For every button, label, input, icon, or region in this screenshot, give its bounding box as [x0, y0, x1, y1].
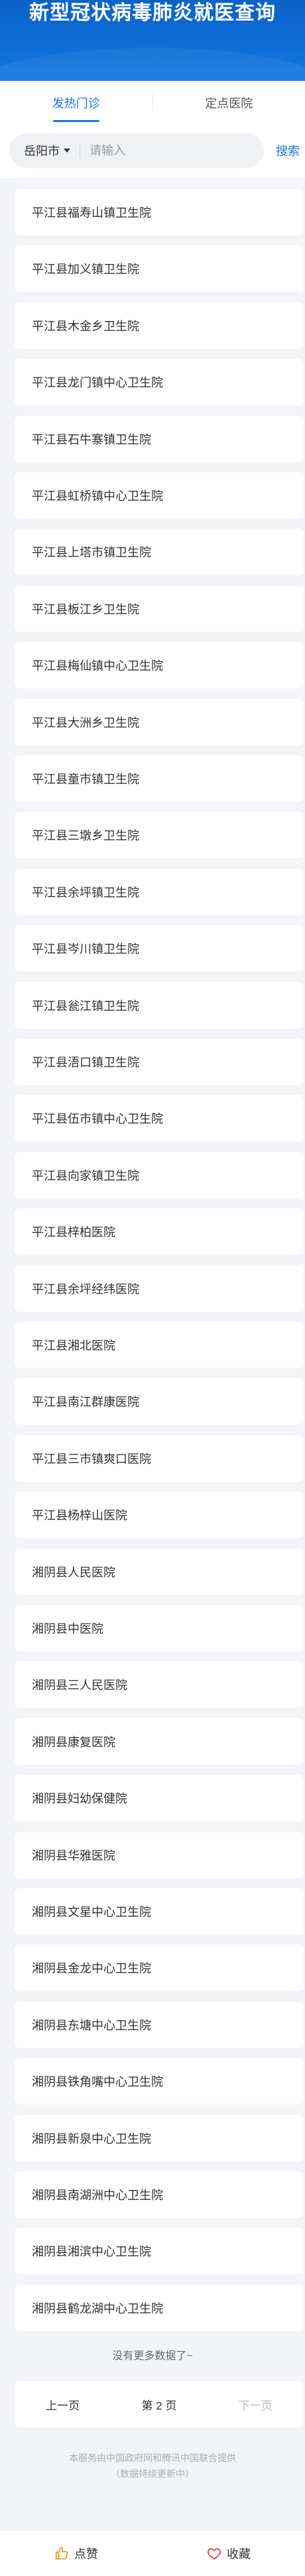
search-bar: 岳阳市 搜索	[0, 125, 305, 178]
hospital-list-item[interactable]: 平江县童市镇卫生院	[15, 755, 304, 802]
city-selector[interactable]: 岳阳市	[9, 142, 70, 159]
source-update-note: （数据持续更新中）	[111, 2469, 194, 2479]
hospital-list-item[interactable]: 平江县浯口镇卫生院	[15, 1039, 304, 1085]
footer-bar: 点赞 收藏	[0, 2530, 305, 2576]
favorite-label: 收藏	[227, 2547, 251, 2561]
favorite-button[interactable]: 收藏	[152, 2545, 305, 2562]
hospital-list-item[interactable]: 平江县梅仙镇中心卫生院	[15, 642, 304, 688]
search-input[interactable]	[90, 143, 235, 158]
list-end-text: 没有更多数据了~	[112, 2351, 193, 2362]
like-button[interactable]: 点赞	[0, 2545, 152, 2562]
source-note: 本服务由中国政府网和腾讯中国联合提供 （数据持续更新中）	[0, 2450, 305, 2482]
hospital-list-item[interactable]: 平江县伍市镇中心卫生院	[15, 1095, 304, 1141]
hospital-list-item[interactable]: 湘阴县鹤龙湖中心卫生院	[15, 2285, 304, 2331]
hospital-list-item[interactable]: 湘阴县华雅医院	[15, 1832, 304, 1878]
hospital-list-item[interactable]: 平江县向家镇卫生院	[15, 1152, 304, 1198]
hospital-list-item[interactable]: 湘阴县湘滨中心卫生院	[15, 2228, 304, 2274]
page-header: 新型冠状病毒肺炎就医查询	[0, 0, 305, 81]
hospital-list-item[interactable]: 平江县大洲乡卫生院	[15, 699, 304, 745]
search-button[interactable]: 搜索	[276, 142, 300, 159]
hospital-list-item[interactable]: 平江县石牛寨镇卫生院	[15, 416, 304, 462]
tab-fever-clinic[interactable]: 发热门诊	[0, 81, 152, 125]
hospital-list-item[interactable]: 湘阴县金龙中心卫生院	[15, 1945, 304, 1991]
hospital-list-item[interactable]: 平江县福寿山镇卫生院	[15, 189, 304, 235]
hospital-list-item[interactable]: 湘阴县康复医院	[15, 1718, 304, 1765]
heart-icon	[208, 2547, 221, 2559]
hospital-list-item[interactable]: 湘阴县三人民医院	[15, 1661, 304, 1708]
hospital-list-item[interactable]: 湘阴县铁角嘴中心卫生院	[15, 2058, 304, 2104]
hospital-list-item[interactable]: 湘阴县人民医院	[15, 1549, 304, 1595]
hospital-list-item[interactable]: 平江县余坪镇卫生院	[15, 869, 304, 915]
hospital-list-item[interactable]: 平江县岑川镇卫生院	[15, 925, 304, 972]
caret-down-icon	[64, 149, 70, 153]
hospital-list-item[interactable]: 湘阴县新泉中心卫生院	[15, 2115, 304, 2161]
pagination: 上一页 第 2 页 下一页	[15, 2381, 304, 2427]
hospital-list-item[interactable]: 平江县梓柏医院	[15, 1208, 304, 1255]
prev-page-button[interactable]: 上一页	[15, 2396, 111, 2413]
hospital-list-item[interactable]: 平江县三市镇爽口医院	[15, 1435, 304, 1482]
search-box: 岳阳市	[9, 133, 264, 168]
hospital-list-item[interactable]: 平江县龙门镇中心卫生院	[15, 359, 304, 405]
tab-bar: 发热门诊 定点医院	[0, 81, 305, 125]
city-label: 岳阳市	[24, 145, 60, 158]
hospital-list-item[interactable]: 平江县上塔市镇卫生院	[15, 529, 304, 575]
hospital-list-item[interactable]: 湘阴县文星中心卫生院	[15, 1888, 304, 1935]
hospital-list-item[interactable]: 平江县余坪经纬医院	[15, 1265, 304, 1312]
current-page: 第 2 页	[141, 2399, 177, 2412]
hospital-list-item[interactable]: 平江县三墩乡卫生院	[15, 812, 304, 858]
hospital-list-item[interactable]: 湘阴县东塘中心卫生院	[15, 2002, 304, 2048]
next-page-button[interactable]: 下一页	[208, 2396, 304, 2413]
hospital-list-item[interactable]: 湘阴县中医院	[15, 1605, 304, 1651]
hospital-list-item[interactable]: 平江县板江乡卫生院	[15, 586, 304, 632]
thumbs-up-icon	[55, 2546, 68, 2559]
hospital-list-item[interactable]: 平江县加义镇卫生院	[15, 245, 304, 292]
hospital-list-item[interactable]: 平江县湘北医院	[15, 1322, 304, 1368]
hospital-list-item[interactable]: 平江县木金乡卫生院	[15, 302, 304, 349]
hospital-list-item[interactable]: 平江县杨梓山医院	[15, 1492, 304, 1538]
page-title: 新型冠状病毒肺炎就医查询	[29, 2, 276, 24]
like-label: 点赞	[74, 2547, 98, 2561]
hospital-list-item[interactable]: 湘阴县南湖洲中心卫生院	[15, 2171, 304, 2218]
hospital-list-item[interactable]: 平江县南江群康医院	[15, 1378, 304, 1425]
hospital-list-item[interactable]: 平江县虹桥镇中心卫生院	[15, 472, 304, 519]
hospital-list-item[interactable]: 平江县瓮江镇卫生院	[15, 982, 304, 1029]
tab-designated-hospital[interactable]: 定点医院	[153, 81, 305, 125]
hospital-list-item[interactable]: 湘阴县妇幼保健院	[15, 1775, 304, 1821]
source-line: 本服务由中国政府网和腾讯中国联合提供	[69, 2453, 236, 2463]
